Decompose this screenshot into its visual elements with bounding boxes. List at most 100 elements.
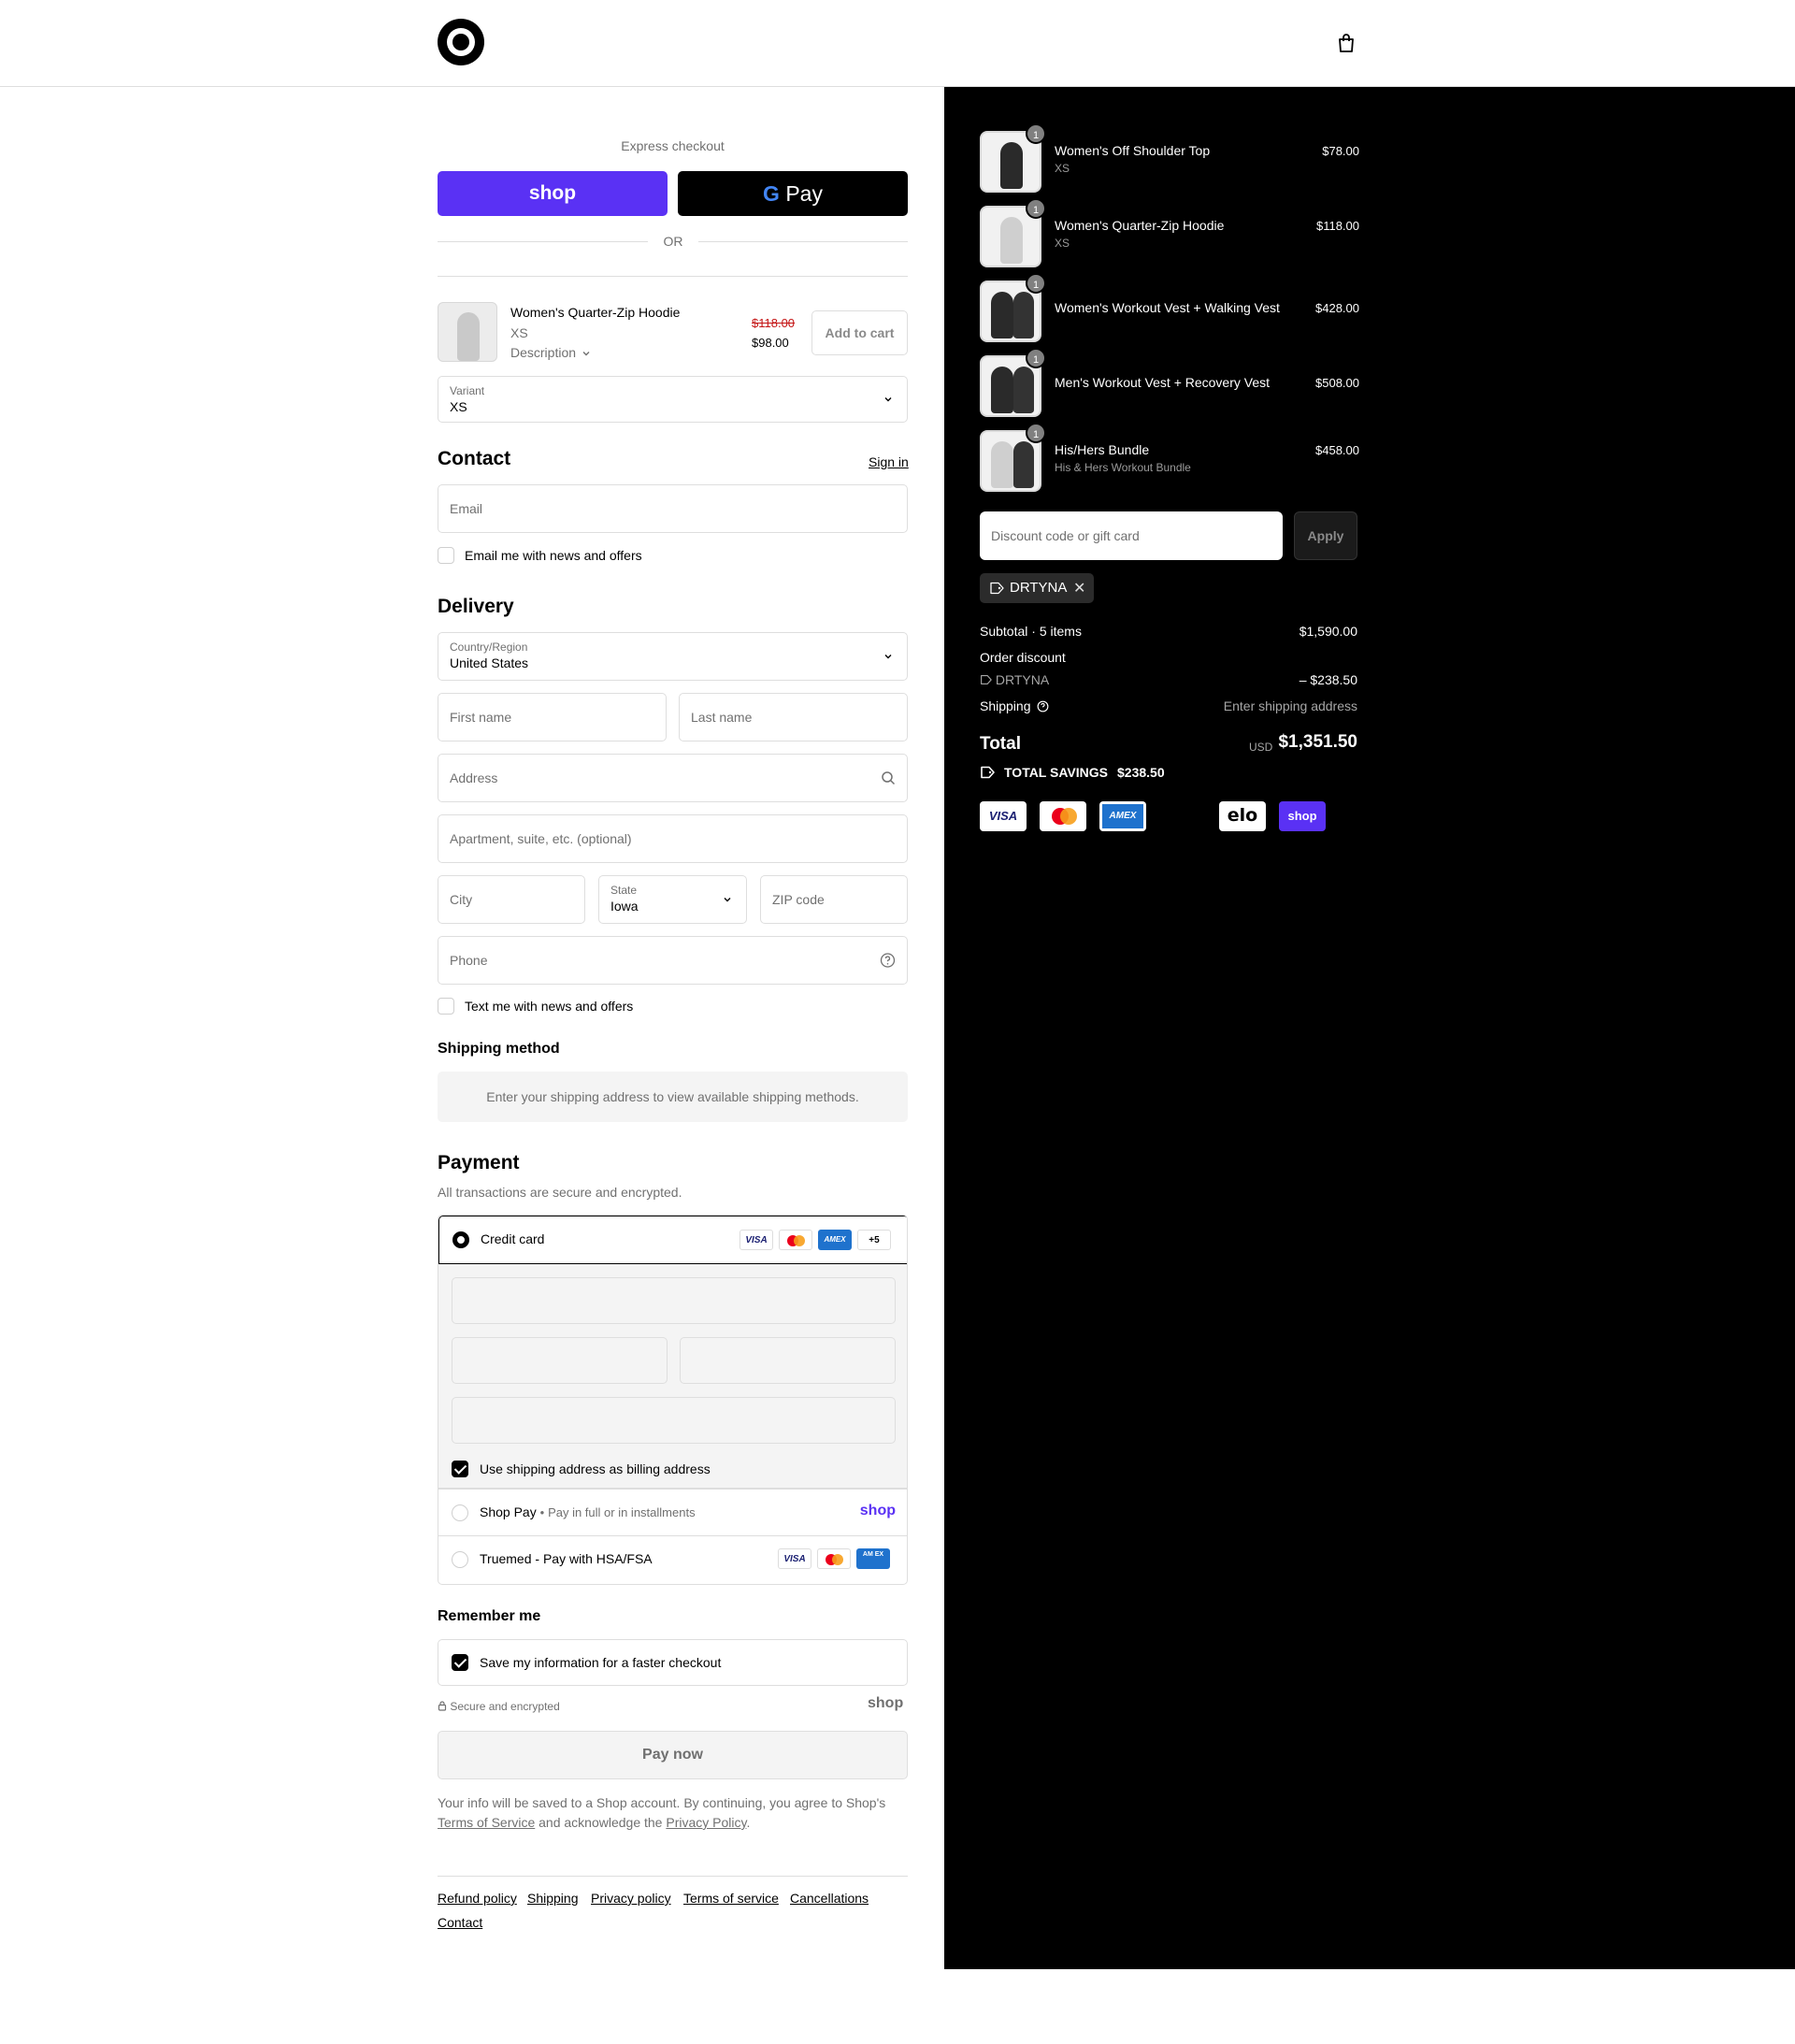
footer-link-refund[interactable]: Refund policy (438, 1891, 517, 1906)
tag-icon (981, 766, 995, 779)
payment-methods: Credit card VISA AMEX +5 Use shipping ad… (438, 1215, 908, 1585)
card-name-field[interactable] (452, 1397, 896, 1444)
truemed-option[interactable]: Truemed - Pay with HSA/FSA VISA AM EX (438, 1535, 907, 1582)
address-placeholder: Address (450, 770, 498, 785)
google-g-icon: G (763, 181, 780, 206)
first-name-placeholder: First name (450, 710, 512, 725)
footer-link-cancellations[interactable]: Cancellations (790, 1891, 869, 1906)
credit-card-label: Credit card (481, 1231, 545, 1246)
chevron-down-icon (884, 397, 892, 402)
zip-field[interactable]: ZIP code (760, 875, 908, 924)
footer-link-contact[interactable]: Contact (438, 1915, 482, 1930)
shipping-row: Shipping Enter shipping address (980, 698, 1357, 713)
help-circle-icon[interactable] (880, 953, 896, 969)
zip-placeholder: ZIP code (772, 892, 825, 907)
quantity-badge: 1 (1026, 273, 1046, 294)
variant-select-label: Variant (450, 384, 485, 397)
truemed-radio[interactable] (452, 1551, 468, 1568)
credit-card-radio[interactable] (452, 1231, 469, 1248)
remember-me-heading: Remember me (438, 1608, 541, 1624)
product-price: $428.00 (1315, 301, 1359, 315)
product-variant: XS (1055, 237, 1070, 250)
city-placeholder: City (450, 892, 473, 907)
billing-same-checkbox[interactable] (452, 1461, 468, 1477)
amex-icon: AMEX (818, 1230, 852, 1250)
footer-divider (438, 1876, 908, 1877)
address-field[interactable]: Address (438, 754, 908, 802)
first-name-field[interactable]: First name (438, 693, 667, 741)
google-pay-button[interactable]: G Pay (678, 171, 908, 216)
shop-pay-logo: shop (859, 1503, 896, 1519)
cart-line-item: 1 Women's Quarter-Zip Hoodie XS $118.00 (980, 198, 1359, 267)
upsell-product-variant: XS (510, 325, 528, 340)
tag-icon (981, 674, 992, 685)
discount-code-input[interactable]: Discount code or gift card (980, 511, 1283, 560)
google-pay-label: Pay (785, 181, 823, 206)
remember-me-box: Save my information for a faster checkou… (438, 1639, 908, 1686)
card-expiry-field[interactable] (452, 1337, 668, 1384)
apartment-field[interactable]: Apartment, suite, etc. (optional) (438, 814, 908, 863)
visa-icon: VISA (980, 801, 1027, 831)
card-security-code-field[interactable] (680, 1337, 896, 1384)
card-number-field[interactable] (452, 1277, 896, 1324)
mastercard-icon (779, 1230, 812, 1250)
footer-link-privacy[interactable]: Privacy policy (591, 1891, 671, 1906)
or-label: OR (663, 234, 683, 249)
shop-pay-icon: shop (1279, 801, 1326, 831)
amex-icon: AM EX (856, 1548, 890, 1569)
upsell-description-toggle[interactable]: Description (510, 345, 591, 360)
country-select[interactable]: Country/Region United States (438, 632, 908, 681)
help-circle-icon[interactable] (1037, 700, 1049, 713)
variant-select[interactable]: Variant XS (438, 376, 908, 423)
terms-of-service-link[interactable]: Terms of Service (438, 1815, 535, 1830)
shop-pay-button[interactable]: shop (438, 171, 668, 216)
shop-pay-option[interactable]: Shop Pay • Pay in full or in installment… (438, 1489, 907, 1535)
state-select[interactable]: State Iowa (598, 875, 747, 924)
pay-now-button[interactable]: Pay now (438, 1731, 908, 1779)
discount-code-label: DRTYNA (1010, 580, 1068, 596)
footer-link-terms[interactable]: Terms of service (683, 1891, 779, 1906)
quantity-badge: 1 (1026, 123, 1046, 144)
sign-in-link[interactable]: Sign in (869, 454, 909, 469)
chevron-down-icon (884, 655, 892, 659)
phone-field[interactable]: Phone (438, 936, 908, 985)
contact-heading: Contact (438, 448, 511, 469)
lock-icon (438, 1701, 447, 1711)
upsell-sale-price: $98.00 (752, 336, 789, 350)
city-field[interactable]: City (438, 875, 585, 924)
product-variant: XS (1055, 162, 1070, 175)
add-to-cart-button[interactable]: Add to cart (811, 310, 908, 355)
order-discount-code: DRTYNA (995, 672, 1050, 687)
legal-text-2: and acknowledge the (535, 1815, 667, 1830)
upsell-product-image (438, 302, 497, 362)
shopping-bag-icon[interactable] (1337, 33, 1356, 53)
shop-pay-radio[interactable] (452, 1504, 468, 1521)
shipping-method-note: Enter your shipping address to view avai… (438, 1072, 908, 1122)
mastercard-icon (1040, 801, 1086, 831)
last-name-placeholder: Last name (691, 710, 753, 725)
privacy-policy-link[interactable]: Privacy Policy (666, 1815, 746, 1830)
subtotal-row: Subtotal · 5 items $1,590.00 (980, 624, 1357, 639)
email-field[interactable]: Email (438, 484, 908, 533)
more-cards-badge: +5 (857, 1230, 891, 1250)
save-info-label: Save my information for a faster checkou… (480, 1655, 722, 1670)
section-divider (438, 276, 908, 277)
quantity-badge: 1 (1026, 423, 1046, 443)
save-info-checkbox[interactable] (452, 1654, 468, 1671)
close-icon[interactable]: ✕ (1073, 579, 1085, 597)
sms-news-checkbox[interactable] (438, 998, 454, 1015)
footer-link-shipping[interactable]: Shipping (527, 1891, 579, 1906)
billing-same-label: Use shipping address as billing address (480, 1461, 711, 1476)
credit-card-form: Use shipping address as billing address (438, 1264, 907, 1489)
sms-news-label: Text me with news and offers (465, 999, 634, 1014)
product-price: $458.00 (1315, 443, 1359, 457)
last-name-field[interactable]: Last name (679, 693, 908, 741)
credit-card-option[interactable]: Credit card VISA AMEX +5 (438, 1216, 907, 1264)
legal-text-3: . (746, 1815, 751, 1830)
email-news-checkbox[interactable] (438, 547, 454, 564)
brand-logo[interactable] (438, 19, 484, 65)
apply-discount-button[interactable]: Apply (1294, 511, 1357, 560)
product-name: Women's Off Shoulder Top (1055, 143, 1211, 158)
shop-logo: shop (868, 1695, 904, 1711)
payment-heading: Payment (438, 1152, 520, 1173)
